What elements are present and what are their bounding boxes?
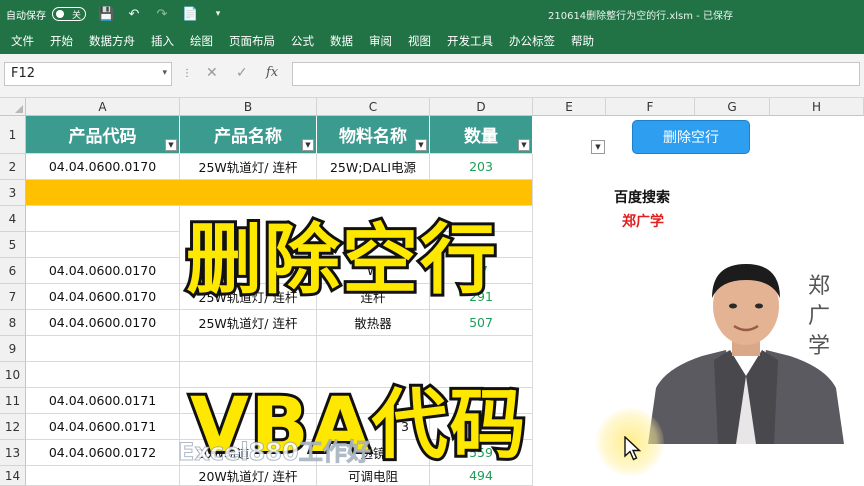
table-cell[interactable]	[26, 466, 180, 486]
row-header[interactable]: 9	[0, 336, 26, 362]
table-cell[interactable]: 04.04.0600.0170	[26, 284, 180, 310]
column-header-d[interactable]: D	[430, 98, 533, 116]
mouse-cursor-icon	[624, 436, 642, 461]
column-header-f[interactable]: F	[606, 98, 695, 116]
table-cell[interactable]: 04.04.0600.0170	[26, 258, 180, 284]
channel-watermark: Excel880工作好	[178, 438, 372, 467]
row-header[interactable]: 7	[0, 284, 26, 310]
tab-developer[interactable]: 开发工具	[447, 33, 493, 49]
filter-dropdown-icon[interactable]: ▼	[302, 139, 314, 151]
document-title: 210614删除整行为空的行.xlsm - 已保存	[548, 11, 733, 22]
row-header[interactable]: 12	[0, 414, 26, 440]
formula-input[interactable]	[292, 62, 860, 86]
table-cell[interactable]	[180, 336, 317, 362]
more-icon: ⋮	[182, 68, 192, 79]
check-icon[interactable]: ✓	[236, 65, 248, 81]
search-hint-text: 百度搜索	[614, 190, 670, 206]
row-header[interactable]: 8	[0, 310, 26, 336]
table-header-cell[interactable]: 数量 ▼	[430, 116, 533, 154]
tab-review[interactable]: 审阅	[369, 33, 392, 49]
delete-empty-rows-button[interactable]: 删除空行	[632, 120, 750, 154]
column-header-b[interactable]: B	[180, 98, 317, 116]
tab-file[interactable]: 文件	[11, 33, 34, 49]
row-header[interactable]: 1	[0, 116, 26, 154]
header-label: 物料名称	[339, 127, 407, 147]
table-header-cell[interactable]: 物料名称 ▼	[317, 116, 430, 154]
table-header-cell[interactable]: 产品代码 ▼	[26, 116, 180, 154]
row-header[interactable]: 13	[0, 440, 26, 466]
table-cell[interactable]: 04.04.0600.0170	[26, 154, 180, 180]
author-name: 郑广学	[622, 214, 664, 230]
table-cell[interactable]: 203	[430, 154, 533, 180]
row-header[interactable]: 3	[0, 180, 26, 206]
row-header[interactable]: 14	[0, 466, 26, 486]
insert-function-icon[interactable]: fx	[266, 65, 278, 80]
filter-dropdown-icon[interactable]: ▼	[415, 139, 427, 151]
table-cell[interactable]	[430, 336, 533, 362]
table-header-cell[interactable]: 产品名称 ▼	[180, 116, 317, 154]
row-header[interactable]: 6	[0, 258, 26, 284]
tab-data-ark[interactable]: 数据方舟	[89, 33, 135, 49]
row-header[interactable]: 11	[0, 388, 26, 414]
tab-page-layout[interactable]: 页面布局	[229, 33, 275, 49]
title-bar: 自动保存 关 💾 ↶ ↷ 📄 ▾ 210614删除整行为空的行.xlsm - 已…	[0, 0, 864, 28]
select-all-button[interactable]	[0, 98, 26, 116]
row-header[interactable]: 10	[0, 362, 26, 388]
filter-dropdown-icon[interactable]: ▼	[165, 139, 177, 151]
table-cell[interactable]: 04.04.0600.0170	[26, 310, 180, 336]
tab-draw[interactable]: 绘图	[190, 33, 213, 49]
filter-dropdown-icon[interactable]: ▼	[591, 140, 605, 154]
row-header[interactable]: 2	[0, 154, 26, 180]
autosave-toggle[interactable]: 关	[52, 7, 86, 21]
chevron-down-icon[interactable]: ▾	[162, 68, 167, 78]
tab-home[interactable]: 开始	[50, 33, 73, 49]
tab-insert[interactable]: 插入	[151, 33, 174, 49]
save-icon[interactable]: 💾	[98, 7, 114, 22]
table-cell[interactable]: 散热器	[317, 310, 430, 336]
table-cell[interactable]	[26, 206, 180, 232]
customize-quick-access-icon[interactable]: ▾	[210, 9, 226, 19]
table-cell[interactable]: 04.04.0600.0171	[26, 388, 180, 414]
row-header[interactable]: 4	[0, 206, 26, 232]
column-header-c[interactable]: C	[317, 98, 430, 116]
table-cell[interactable]	[26, 232, 180, 258]
filter-dropdown-icon[interactable]: ▼	[518, 139, 530, 151]
column-header-e[interactable]: E	[533, 98, 606, 116]
table-cell[interactable]	[317, 336, 430, 362]
tab-data[interactable]: 数据	[330, 33, 353, 49]
document-icon[interactable]: 📄	[182, 7, 198, 22]
column-header-g[interactable]: G	[695, 98, 770, 116]
tab-formulas[interactable]: 公式	[291, 33, 314, 49]
table-cell[interactable]: 04.04.0600.0172	[26, 440, 180, 466]
caption-top: 删除空行	[183, 212, 499, 307]
redo-icon[interactable]: ↷	[154, 7, 170, 22]
table-cell[interactable]: 25W轨道灯/ 连杆	[180, 310, 317, 336]
undo-icon[interactable]: ↶	[126, 7, 142, 22]
header-label: 数量	[464, 127, 498, 147]
header-label: 产品代码	[68, 127, 137, 147]
ribbon-tabs: 文件 开始 数据方舟 插入 绘图 页面布局 公式 数据 审阅 视图 开发工具 办…	[0, 28, 864, 54]
table-cell[interactable]: 507	[430, 310, 533, 336]
table-cell[interactable]: 25W;DALI电源	[317, 154, 430, 180]
row-header[interactable]: 5	[0, 232, 26, 258]
presenter-portrait	[648, 264, 844, 444]
column-header-h[interactable]: H	[770, 98, 864, 116]
formula-bar: F12 ▾ ⋮ ✕ ✓ fx	[0, 54, 864, 98]
cancel-icon[interactable]: ✕	[206, 65, 218, 81]
autosave-label: 自动保存	[6, 10, 46, 22]
table-cell[interactable]	[26, 336, 180, 362]
table-cell[interactable]: 04.04.0600.0171	[26, 414, 180, 440]
header-label: 产品名称	[214, 127, 282, 147]
column-header-a[interactable]: A	[26, 98, 180, 116]
table-cell[interactable]	[26, 362, 180, 388]
tab-office-tab[interactable]: 办公标签	[509, 33, 555, 49]
name-box[interactable]: F12 ▾	[4, 62, 172, 86]
tab-help[interactable]: 帮助	[571, 33, 594, 49]
tab-view[interactable]: 视图	[408, 33, 431, 49]
name-box-value: F12	[11, 66, 36, 81]
table-cell[interactable]: 25W轨道灯/ 连杆	[180, 154, 317, 180]
